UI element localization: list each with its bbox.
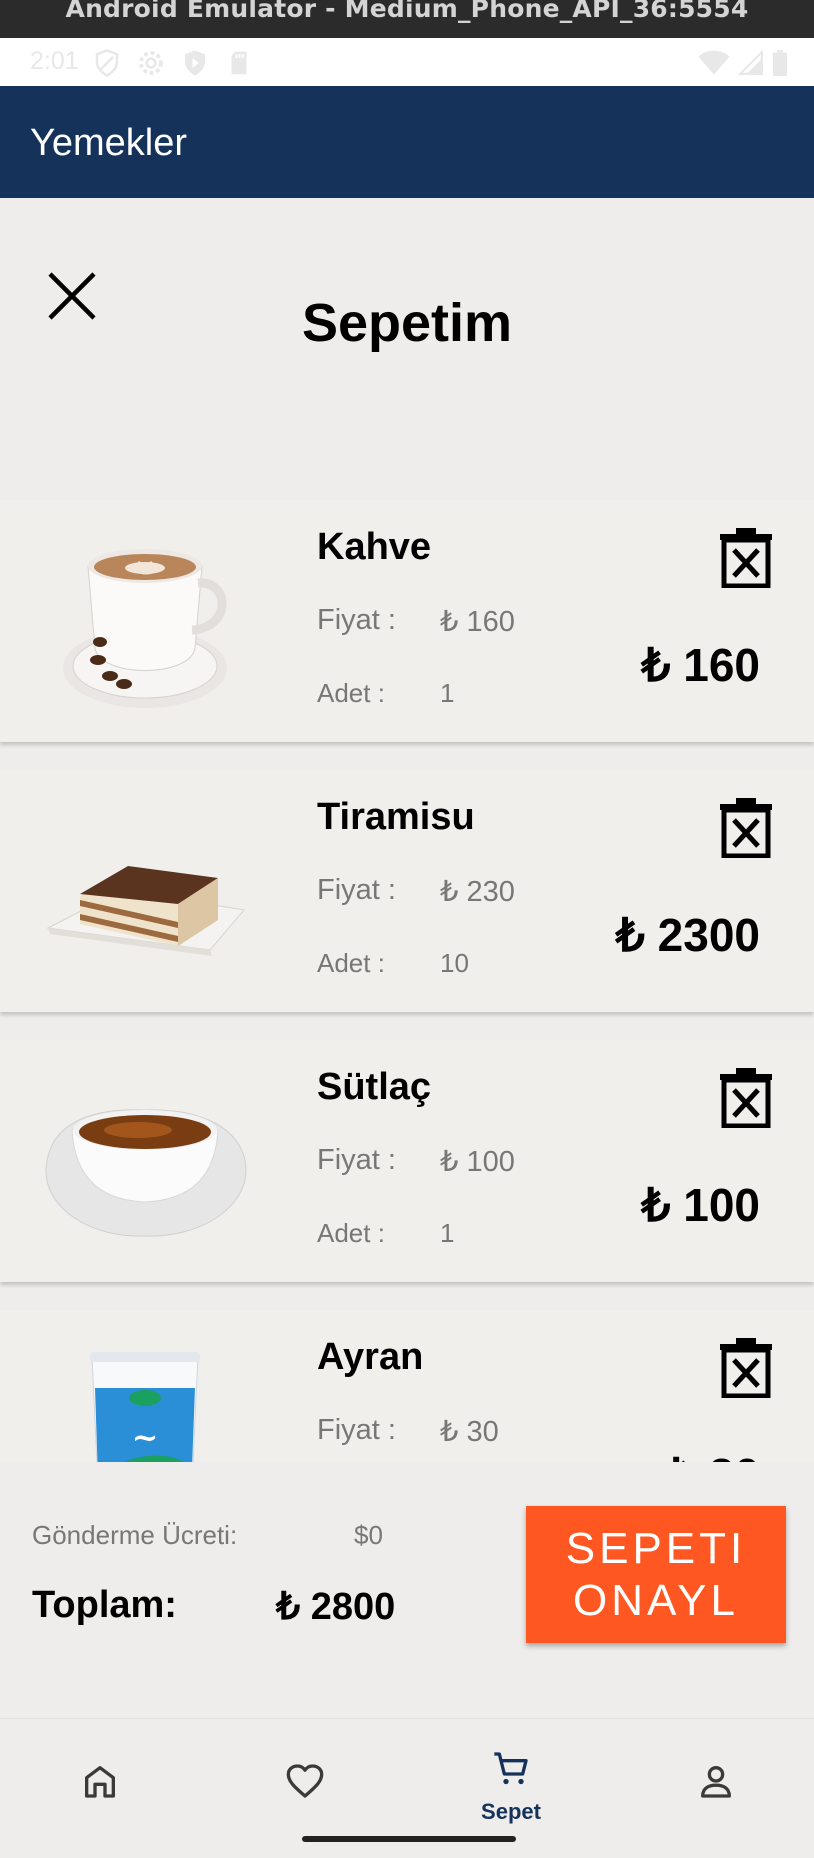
wifi-icon — [698, 50, 730, 75]
price-label: Fiyat : — [317, 874, 396, 906]
cart-icon — [494, 1752, 528, 1785]
product-image — [63, 549, 227, 708]
cart-summary: Gönderme Ücreti: $0 Toplam: ₺ 2800 SEPET… — [0, 1462, 814, 1718]
quantity-label: Adet : — [317, 678, 385, 708]
emulator-title: Android Emulator - Medium_Phone_API_36:5… — [65, 0, 749, 23]
item-quantity: 1 — [440, 678, 455, 708]
nav-cart[interactable]: Sepet — [451, 1747, 571, 1824]
item-name: Tiramisu — [317, 796, 475, 838]
sd-card-icon — [231, 51, 247, 75]
item-name: Sütlaç — [317, 1066, 432, 1108]
cart-item: Sütlaç Fiyat : ₺ 100 Adet : 1 ₺ 100 — [0, 1040, 814, 1282]
gesture-handle[interactable] — [302, 1836, 516, 1842]
product-image — [45, 1109, 247, 1237]
emulator-title-bar: Android Emulator - Medium_Phone_API_36:5… — [0, 0, 814, 38]
battery-icon — [772, 50, 788, 76]
total-value: ₺ 2800 — [276, 1586, 396, 1628]
signal-icon — [738, 50, 763, 75]
item-quantity: 10 — [440, 948, 469, 978]
item-name: Ayran — [317, 1336, 424, 1378]
quantity-label: Adet : — [317, 1218, 385, 1248]
product-image — [46, 866, 245, 956]
item-price: ₺ 230 — [440, 876, 515, 908]
item-price: ₺ 100 — [440, 1146, 515, 1178]
item-total: ₺ 100 — [641, 1179, 760, 1231]
price-label: Fiyat : — [317, 1414, 396, 1446]
delete-button[interactable] — [718, 796, 774, 858]
price-label: Fiyat : — [317, 604, 396, 636]
item-price: ₺ 160 — [440, 606, 515, 638]
person-icon — [701, 1766, 731, 1798]
sheet-title: Sepetim — [301, 293, 513, 353]
app-bar-title: Yemekler — [30, 122, 188, 164]
item-total: ₺ 30 — [667, 1448, 760, 1462]
nav-profile[interactable] — [656, 1747, 776, 1823]
cart-item: ~ Ayran Fiyat : ₺ 30 Adet : ₺ 30 — [0, 1310, 814, 1462]
nav-cart-label: Sepet — [481, 1799, 541, 1824]
status-time: 2:01 — [30, 47, 79, 75]
nav-home[interactable] — [40, 1747, 160, 1823]
cart-item: Tiramisu Fiyat : ₺ 230 Adet : 10 ₺ 2300 — [0, 770, 814, 1012]
quantity-label: Adet : — [317, 948, 385, 978]
cart-list[interactable]: Kahve Fiyat : ₺ 160 Adet : 1 ₺ 160 Tiram… — [0, 500, 814, 1462]
nav-favorites[interactable] — [245, 1747, 365, 1823]
svg-text:~: ~ — [132, 1418, 159, 1456]
product-image: ~ — [90, 1352, 200, 1462]
item-price: ₺ 30 — [440, 1416, 499, 1448]
confirm-cart-button[interactable]: SEPETI ONAYL — [526, 1506, 786, 1643]
settings-icon — [139, 51, 163, 75]
total-label: Toplam: — [32, 1584, 177, 1626]
shield-icon — [95, 49, 119, 77]
item-total: ₺ 160 — [641, 639, 760, 691]
price-label: Fiyat : — [317, 1144, 396, 1176]
delete-button[interactable] — [718, 526, 774, 588]
cart-item: Kahve Fiyat : ₺ 160 Adet : 1 ₺ 160 — [0, 500, 814, 742]
status-bar: 2:01 — [0, 38, 814, 86]
shipping-label: Gönderme Ücreti: — [32, 1520, 238, 1550]
delete-button[interactable] — [718, 1336, 774, 1398]
shipping-value: $0 — [354, 1520, 383, 1550]
app-bar: Yemekler — [0, 86, 814, 198]
heart-icon — [286, 1764, 324, 1798]
item-total: ₺ 2300 — [615, 909, 760, 961]
item-quantity: 1 — [440, 1218, 455, 1248]
play-protect-icon — [185, 50, 205, 76]
home-icon — [85, 1766, 116, 1798]
item-name: Kahve — [317, 526, 432, 568]
delete-button[interactable] — [718, 1066, 774, 1128]
